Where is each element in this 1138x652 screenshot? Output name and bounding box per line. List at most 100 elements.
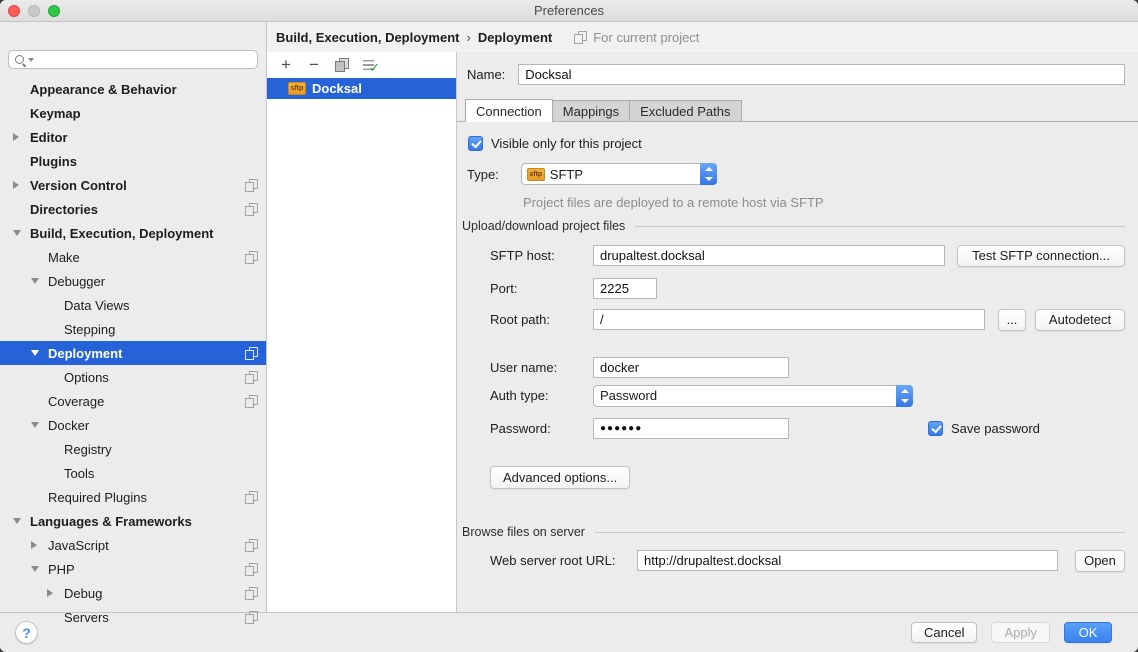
minimize-button[interactable] bbox=[28, 5, 40, 17]
sidebar-item-javascript[interactable]: JavaScript bbox=[0, 533, 266, 557]
sidebar-item-version-control[interactable]: Version Control bbox=[0, 173, 266, 197]
save-password-checkbox[interactable] bbox=[928, 421, 943, 436]
tab-excluded-paths[interactable]: Excluded Paths bbox=[629, 100, 741, 121]
chevron-down-icon[interactable] bbox=[31, 278, 39, 284]
sidebar-item-label: Make bbox=[0, 250, 80, 265]
breadcrumb-parent[interactable]: Build, Execution, Deployment bbox=[276, 30, 459, 45]
sidebar-item-data-views[interactable]: Data Views bbox=[0, 293, 266, 317]
sidebar-item-options[interactable]: Options bbox=[0, 365, 266, 389]
port-input[interactable] bbox=[593, 278, 657, 299]
sidebar-item-php[interactable]: PHP bbox=[0, 557, 266, 581]
select-stepper-icon[interactable] bbox=[896, 385, 913, 407]
sidebar-item-label: Tools bbox=[0, 466, 94, 481]
sidebar-item-appearance-behavior[interactable]: Appearance & Behavior bbox=[0, 77, 266, 101]
test-sftp-connection-button[interactable]: Test SFTP connection... bbox=[957, 245, 1125, 267]
user-name-input[interactable] bbox=[593, 357, 789, 378]
cancel-button[interactable]: Cancel bbox=[911, 622, 977, 643]
sidebar-item-plugins[interactable]: Plugins bbox=[0, 149, 266, 173]
save-password-label: Save password bbox=[951, 421, 1040, 436]
sidebar-item-make[interactable]: Make bbox=[0, 245, 266, 269]
zoom-button[interactable] bbox=[48, 5, 60, 17]
window-title: Preferences bbox=[0, 0, 1138, 21]
apply-button[interactable]: Apply bbox=[991, 622, 1050, 643]
sidebar-item-servers[interactable]: Servers bbox=[0, 605, 266, 629]
tab-mappings[interactable]: Mappings bbox=[552, 100, 630, 121]
add-icon[interactable] bbox=[278, 57, 294, 73]
root-path-input[interactable] bbox=[593, 309, 985, 330]
chevron-right-icon[interactable] bbox=[47, 589, 53, 597]
shared-settings-icon bbox=[245, 179, 258, 192]
sftp-file-icon: sftp bbox=[288, 82, 306, 95]
sidebar-item-label: Registry bbox=[0, 442, 112, 457]
browse-section-header: Browse files on server bbox=[462, 525, 1125, 539]
chevron-down-icon[interactable] bbox=[13, 518, 21, 524]
password-input[interactable] bbox=[593, 418, 789, 439]
autodetect-button[interactable]: Autodetect bbox=[1035, 309, 1125, 331]
sidebar-item-label: Keymap bbox=[0, 106, 81, 121]
sidebar-item-coverage[interactable]: Coverage bbox=[0, 389, 266, 413]
web-root-input[interactable] bbox=[637, 550, 1058, 571]
sidebar-item-label: Languages & Frameworks bbox=[0, 514, 192, 529]
traffic-lights bbox=[8, 5, 60, 17]
sidebar-item-build-execution-deployment[interactable]: Build, Execution, Deployment bbox=[0, 221, 266, 245]
section-divider bbox=[635, 226, 1125, 227]
settings-search-box[interactable] bbox=[8, 50, 258, 69]
sidebar-item-label: Editor bbox=[0, 130, 68, 145]
select-stepper-icon[interactable] bbox=[700, 163, 717, 185]
shared-settings-icon bbox=[245, 563, 258, 576]
titlebar: Preferences bbox=[0, 0, 1138, 22]
sidebar-item-deployment[interactable]: Deployment bbox=[0, 341, 266, 365]
sidebar-item-label: Stepping bbox=[0, 322, 115, 337]
name-input[interactable] bbox=[518, 64, 1125, 85]
open-url-button[interactable]: Open bbox=[1075, 550, 1125, 572]
auth-type-select[interactable]: Password bbox=[593, 385, 913, 407]
shared-settings-icon bbox=[245, 371, 258, 384]
ok-button[interactable]: OK bbox=[1064, 622, 1112, 643]
sidebar-item-directories[interactable]: Directories bbox=[0, 197, 266, 221]
chevron-right-icon[interactable] bbox=[13, 181, 19, 189]
chevron-down-icon[interactable] bbox=[31, 350, 39, 356]
sidebar-item-label: Appearance & Behavior bbox=[0, 82, 177, 97]
chevron-down-icon[interactable] bbox=[13, 230, 21, 236]
use-as-default-icon[interactable] bbox=[362, 57, 378, 73]
sidebar-item-editor[interactable]: Editor bbox=[0, 125, 266, 149]
chevron-right-icon[interactable] bbox=[13, 133, 19, 141]
sidebar-item-required-plugins[interactable]: Required Plugins bbox=[0, 485, 266, 509]
sidebar-item-tools[interactable]: Tools bbox=[0, 461, 266, 485]
chevron-right-icon[interactable] bbox=[31, 541, 37, 549]
sidebar-item-label: Debugger bbox=[0, 274, 105, 289]
search-input[interactable] bbox=[34, 52, 257, 67]
sidebar-item-label: Required Plugins bbox=[0, 490, 147, 505]
copy-icon[interactable] bbox=[334, 57, 350, 73]
section-divider bbox=[595, 532, 1125, 533]
type-select[interactable]: sftp SFTP bbox=[521, 163, 717, 185]
chevron-down-icon[interactable] bbox=[31, 422, 39, 428]
sidebar-item-keymap[interactable]: Keymap bbox=[0, 101, 266, 125]
sidebar-item-registry[interactable]: Registry bbox=[0, 437, 266, 461]
project-scope-icon bbox=[574, 31, 587, 44]
advanced-options-button[interactable]: Advanced options... bbox=[490, 466, 630, 489]
tab-connection[interactable]: Connection bbox=[465, 99, 553, 122]
sidebar-item-label: JavaScript bbox=[0, 538, 109, 553]
visible-only-label: Visible only for this project bbox=[491, 136, 642, 151]
name-label: Name: bbox=[467, 67, 505, 82]
shared-settings-icon bbox=[245, 347, 258, 360]
sidebar-item-debugger[interactable]: Debugger bbox=[0, 269, 266, 293]
server-item-docksal[interactable]: sftpDocksal bbox=[267, 78, 456, 99]
browse-root-path-button[interactable]: ... bbox=[998, 309, 1026, 331]
save-password-row: Save password bbox=[928, 421, 1040, 436]
sidebar-item-stepping[interactable]: Stepping bbox=[0, 317, 266, 341]
sidebar-item-debug[interactable]: Debug bbox=[0, 581, 266, 605]
sidebar-item-docker[interactable]: Docker bbox=[0, 413, 266, 437]
shared-settings-icon bbox=[245, 395, 258, 408]
remove-icon[interactable] bbox=[306, 57, 322, 73]
chevron-down-icon[interactable] bbox=[31, 566, 39, 572]
visible-only-checkbox[interactable] bbox=[468, 136, 483, 151]
deployment-form: Name: ConnectionMappingsExcluded Paths V… bbox=[457, 52, 1138, 612]
sidebar-item-label: Version Control bbox=[0, 178, 127, 193]
sidebar-item-languages-frameworks[interactable]: Languages & Frameworks bbox=[0, 509, 266, 533]
server-list-panel: sftpDocksal bbox=[267, 52, 457, 612]
sftp-host-input[interactable] bbox=[593, 245, 945, 266]
close-button[interactable] bbox=[8, 5, 20, 17]
breadcrumb: Build, Execution, Deployment › Deploymen… bbox=[267, 22, 1138, 52]
